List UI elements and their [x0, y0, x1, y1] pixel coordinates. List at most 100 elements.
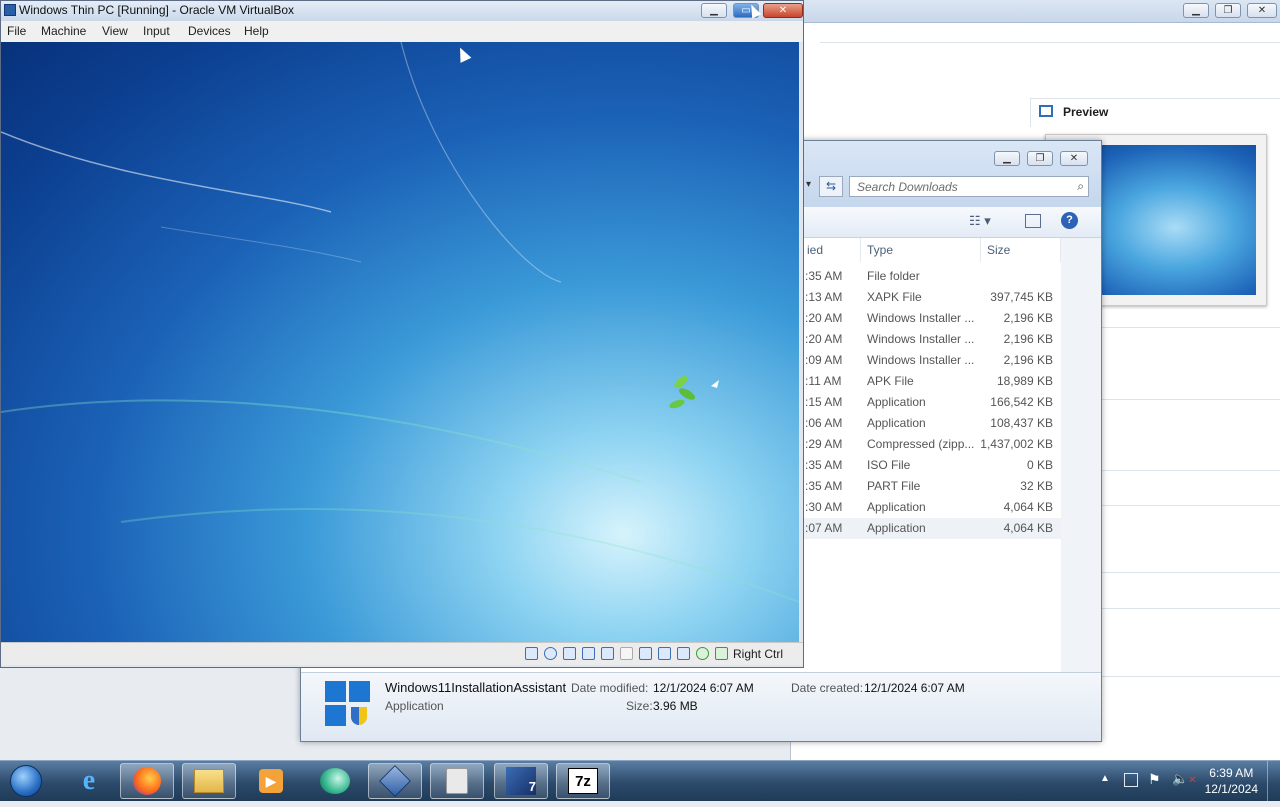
vm-close-button[interactable]: ✕ — [763, 3, 803, 18]
row-date-modified: :30 AM — [805, 500, 843, 514]
row-type: Application — [867, 395, 926, 409]
manager-close-button[interactable]: ✕ — [1247, 3, 1277, 18]
row-size: 4,064 KB — [1003, 521, 1053, 535]
explorer-close-button[interactable]: ✕ — [1060, 151, 1088, 166]
explorer-minimize-button[interactable]: ▁ — [994, 151, 1020, 166]
show-hidden-icons-icon[interactable]: ▲ — [1100, 773, 1110, 784]
usb-icon[interactable] — [601, 647, 614, 660]
taskbar-windows-explorer[interactable] — [182, 763, 236, 799]
row-type: ISO File — [867, 458, 911, 472]
menu-view[interactable]: View — [102, 24, 128, 38]
manager-restore-button[interactable]: ❐ — [1215, 3, 1241, 18]
vm-minimize-button[interactable]: ▁ — [701, 3, 727, 18]
manager-divider — [1100, 608, 1280, 609]
column-size[interactable]: Size — [981, 238, 1061, 262]
manager-divider — [1100, 676, 1280, 677]
vm-title-text: Windows Thin PC [Running] - Oracle VM Vi… — [19, 3, 294, 17]
wallpaper-decoration — [1, 42, 799, 603]
row-date-modified: :09 AM — [805, 353, 843, 367]
taskbar-visual-studio[interactable]: 7 — [494, 763, 548, 799]
detail-kind: Application — [385, 699, 444, 713]
row-type: Application — [867, 416, 926, 430]
detail-size-label: Size: — [626, 699, 653, 713]
row-type: Windows Installer ... — [867, 353, 975, 367]
hard-disk-icon[interactable] — [525, 647, 538, 660]
start-button[interactable] — [0, 763, 52, 799]
show-desktop-button[interactable] — [1267, 761, 1280, 801]
row-size: 2,196 KB — [1003, 353, 1053, 367]
display-icon[interactable] — [639, 647, 652, 660]
taskbar-media-player[interactable]: ▶ — [244, 763, 298, 799]
column-date-modified[interactable]: ied — [801, 238, 861, 262]
host-key-label: Right Ctrl — [733, 647, 784, 661]
taskbar-7zip[interactable]: 7z — [556, 763, 610, 799]
row-date-modified: :35 AM — [805, 479, 843, 493]
network-icon[interactable] — [582, 647, 595, 660]
menu-help[interactable]: Help — [244, 24, 269, 38]
row-size: 166,542 KB — [990, 395, 1053, 409]
keyboard-capture-icon[interactable] — [715, 647, 728, 660]
row-date-modified: :11 AM — [805, 374, 842, 388]
refresh-button[interactable]: ⇆ — [819, 176, 843, 197]
row-date-modified: :29 AM — [805, 437, 843, 451]
search-placeholder: Search Downloads — [857, 180, 958, 194]
browser-app-icon — [320, 768, 350, 794]
cpu-icon[interactable] — [677, 647, 690, 660]
network-tray-icon[interactable] — [1124, 773, 1138, 787]
mouse-integration-icon[interactable] — [696, 647, 709, 660]
vm-guest-display[interactable] — [1, 42, 799, 642]
volume-muted-icon[interactable]: 🔈✕ — [1172, 771, 1197, 787]
dropdown-arrow-icon[interactable]: ▾ — [806, 179, 811, 190]
menu-input[interactable]: Input — [143, 24, 170, 38]
row-size: 18,989 KB — [996, 374, 1053, 388]
row-type: Windows Installer ... — [867, 311, 975, 325]
recording-icon[interactable] — [658, 647, 671, 660]
explorer-restore-button[interactable]: ❐ — [1027, 151, 1053, 166]
shared-folders-icon[interactable] — [620, 647, 633, 660]
detail-created-value: 12/1/2024 6:07 AM — [864, 681, 965, 695]
virtualbox-icon — [379, 765, 411, 797]
vm-menubar: File Machine View Input Devices Help — [1, 21, 803, 42]
manager-divider — [1100, 327, 1280, 328]
windows-start-orb-icon — [10, 765, 42, 797]
menu-machine[interactable]: Machine — [41, 24, 86, 38]
preview-header: Preview — [1030, 98, 1280, 127]
taskbar-browser-app[interactable] — [308, 763, 362, 799]
search-input[interactable]: Search Downloads ⌕ — [849, 176, 1089, 197]
vm-titlebar[interactable]: Windows Thin PC [Running] - Oracle VM Vi… — [1, 1, 803, 21]
row-date-modified: :06 AM — [805, 416, 843, 430]
taskbar-disk-app[interactable] — [430, 763, 484, 799]
row-date-modified: :35 AM — [805, 458, 843, 472]
preview-pane-icon[interactable] — [1025, 214, 1041, 228]
disk-icon — [446, 768, 468, 794]
row-size: 0 KB — [1026, 458, 1053, 472]
row-type: Application — [867, 500, 926, 514]
menu-devices[interactable]: Devices — [188, 24, 231, 38]
detail-size-value: 3.96 MB — [653, 699, 698, 713]
system-clock[interactable]: 6:39 AM 12/1/2024 — [1205, 765, 1258, 797]
refresh-icon: ⇆ — [825, 179, 837, 193]
row-date-modified: :15 AM — [805, 395, 843, 409]
row-date-modified: :20 AM — [805, 332, 843, 346]
optical-drive-icon[interactable] — [544, 647, 557, 660]
action-center-flag-icon[interactable]: ⚑ — [1148, 771, 1161, 788]
taskbar: e ▶ 7 7z ▲ ⚑ 🔈✕ 6:39 AM 12/1/2024 — [0, 760, 1280, 801]
media-player-icon: ▶ — [259, 769, 283, 793]
taskbar-firefox[interactable] — [120, 763, 174, 799]
row-date-modified: :35 AM — [805, 269, 843, 283]
vm-statusbar: Right Ctrl — [1, 642, 803, 665]
visual-studio-icon: 7 — [506, 767, 536, 795]
taskbar-internet-explorer[interactable]: e — [62, 763, 116, 799]
menu-file[interactable]: File — [7, 24, 26, 38]
manager-titlebar: ▁ ❐ ✕ — [791, 0, 1280, 23]
row-size: 2,196 KB — [1003, 332, 1053, 346]
taskbar-virtualbox[interactable] — [368, 763, 422, 799]
view-options-icon[interactable]: ☷ ▾ — [969, 213, 991, 229]
row-type: File folder — [867, 269, 920, 283]
audio-icon[interactable] — [563, 647, 576, 660]
column-type[interactable]: Type — [861, 238, 981, 262]
detail-modified-label: Date modified: — [571, 681, 649, 695]
manager-minimize-button[interactable]: ▁ — [1183, 3, 1209, 18]
help-icon[interactable]: ? — [1061, 212, 1078, 229]
clock-time: 6:39 AM — [1209, 766, 1254, 780]
